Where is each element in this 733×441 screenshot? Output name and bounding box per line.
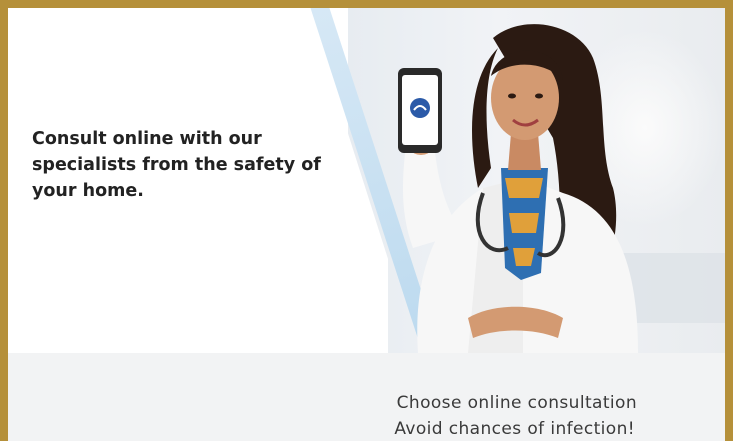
footer-band: Choose online consultation Avoid chances… — [8, 353, 725, 441]
telehealth-app-logo-icon — [410, 98, 430, 118]
doctor-holding-phone-image — [398, 24, 638, 353]
headline-text: Consult online with our specialists from… — [32, 129, 321, 201]
footer-line-infection: Avoid chances of infection! — [394, 419, 635, 439]
promo-banner-frame: Consult online with our specialists from… — [0, 0, 733, 441]
footer-line-consultation: Choose online consultation — [396, 393, 637, 413]
hero-section: Consult online with our specialists from… — [8, 8, 725, 353]
